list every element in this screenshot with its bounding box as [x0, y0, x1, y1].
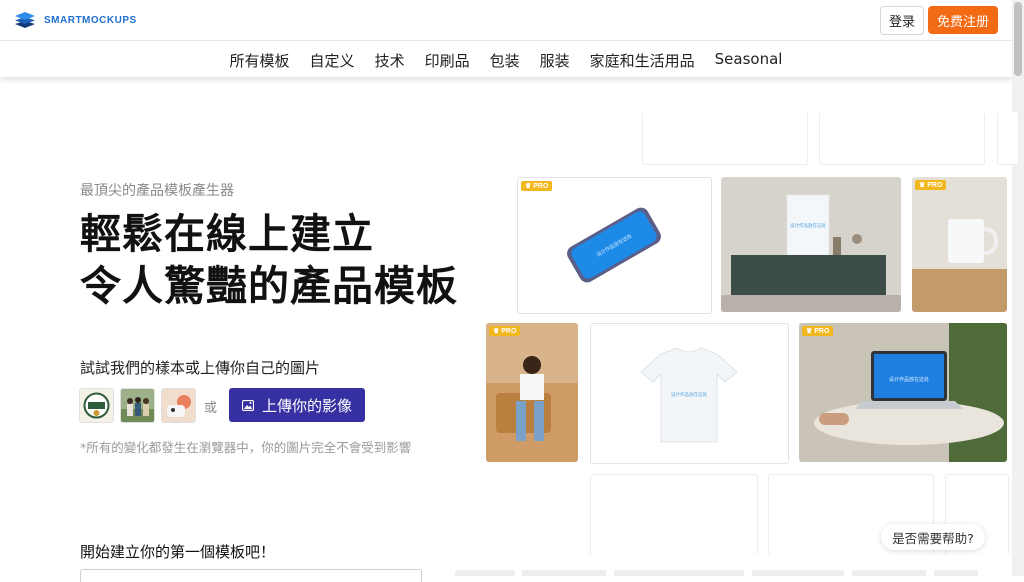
filter-chip: [455, 570, 515, 576]
mockup-card-laptop[interactable]: 设计作品放在这处 ♛ PRO: [799, 323, 1007, 462]
filter-chip: [522, 570, 606, 576]
nav-item-all-templates[interactable]: 所有模板: [230, 50, 290, 71]
mockup-card-phone[interactable]: ♛ PRO 设计作品放在这处: [517, 177, 712, 314]
image-upload-icon: [241, 399, 254, 411]
gallery-placeholder-card: [819, 112, 985, 165]
help-chat-button[interactable]: 是否需要帮助?: [881, 524, 985, 550]
nav-item-apparel[interactable]: 服装: [540, 50, 570, 71]
mockup-card-tshirt[interactable]: 设计作品放在这处: [590, 323, 789, 464]
logo-text: SMARTMOCKUPS: [44, 14, 137, 26]
tshirt-print-text: 设计作品放在这处: [671, 391, 707, 398]
gallery-placeholder-card: [642, 112, 808, 165]
mockup-card-person-tshirt[interactable]: ♛ PRO: [486, 323, 578, 462]
category-nav: 所有模板 自定义 技术 印刷品 包装 服装 家庭和生活用品 Seasonal: [0, 41, 1012, 77]
gallery-placeholder-card: [590, 474, 758, 555]
sample-image-badge[interactable]: [79, 388, 114, 423]
filter-chip: [934, 570, 978, 576]
headline-line-2: 令人驚豔的產品模板: [80, 262, 458, 310]
upload-button-label: 上傳你的影像: [261, 396, 352, 415]
scrollbar-thumb[interactable]: [1014, 2, 1022, 76]
nav-item-print[interactable]: 印刷品: [425, 50, 470, 71]
sample-image-illustration[interactable]: [161, 388, 196, 423]
or-separator: 或: [204, 401, 218, 416]
top-bar: SMARTMOCKUPS 登录 免费注册: [0, 0, 1012, 41]
privacy-note: *所有的變化都發生在瀏覽器中，你的圖片完全不會受到影響: [80, 440, 412, 455]
pro-badge: ♛ PRO: [489, 326, 521, 336]
pro-badge: ♛ PRO: [521, 181, 553, 191]
nav-item-home-living[interactable]: 家庭和生活用品: [590, 50, 695, 71]
mockup-card-mug[interactable]: ♛ PRO: [912, 177, 1007, 312]
logo[interactable]: SMARTMOCKUPS: [14, 11, 137, 29]
nav-item-packaging[interactable]: 包装: [490, 50, 520, 71]
nav-item-tech[interactable]: 技术: [375, 50, 405, 71]
hero-headline: 輕鬆在線上建立 令人驚豔的產品模板: [80, 208, 458, 312]
login-button[interactable]: 登录: [880, 6, 924, 35]
signup-button[interactable]: 免费注册: [928, 6, 998, 34]
sample-images: [79, 388, 196, 423]
start-heading: 開始建立你的第一個模板吧！: [80, 543, 276, 561]
headline-line-1: 輕鬆在線上建立: [80, 210, 374, 258]
try-samples-text: 試試我們的樣本或上傳你自己的圖片: [80, 359, 321, 377]
filter-chip: [852, 570, 926, 576]
mockup-card-poster-room[interactable]: 设计作品放在这处: [721, 177, 901, 312]
gallery-placeholder-card: [997, 112, 1019, 165]
filter-chip: [752, 570, 844, 576]
nav-item-seasonal[interactable]: Seasonal: [715, 50, 783, 71]
pro-badge: ♛ PRO: [915, 180, 947, 190]
sample-image-people[interactable]: [120, 388, 155, 423]
poster-text: 设计作品放在这处: [790, 222, 826, 229]
pro-badge: ♛ PRO: [802, 326, 834, 336]
laptop-screen-text: 设计作品放在这处: [889, 376, 929, 383]
page-scrollbar[interactable]: [1012, 0, 1024, 576]
logo-icon: [15, 12, 35, 28]
nav-item-custom[interactable]: 自定义: [310, 50, 355, 71]
hero-eyebrow: 最頂尖的產品模板產生器: [80, 183, 234, 199]
upload-image-button[interactable]: 上傳你的影像: [229, 388, 365, 422]
filter-chip: [614, 570, 744, 576]
